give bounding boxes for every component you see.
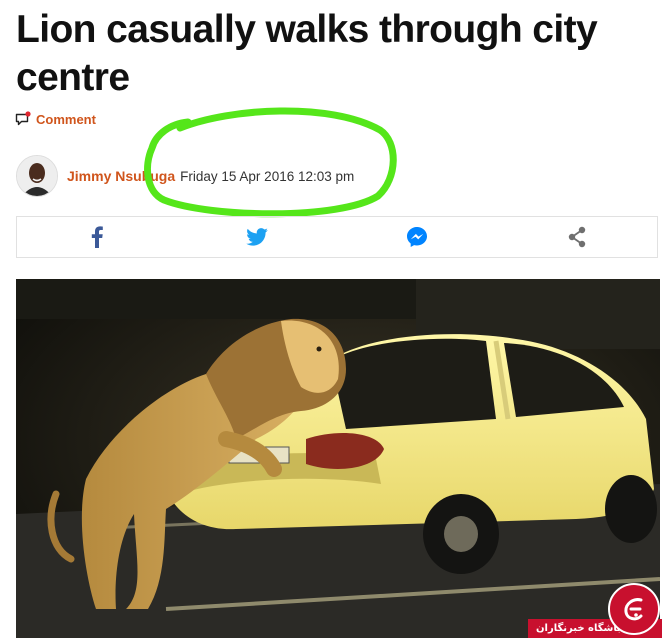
messenger-share-button[interactable] <box>337 217 497 257</box>
author-link[interactable]: Jimmy Nsubuga <box>67 168 175 184</box>
byline: Jimmy Nsubuga Friday 15 Apr 2016 12:03 p… <box>16 155 354 197</box>
watermark-logo-icon <box>608 583 660 635</box>
publish-datetime: Friday 15 Apr 2016 12:03 pm <box>180 168 355 184</box>
facebook-icon <box>91 226 103 248</box>
article-headline: Lion casually walks through city centre <box>16 8 598 99</box>
twitter-icon <box>246 228 268 246</box>
watermark-badge: باشگاه خبرنگاران <box>528 583 662 638</box>
comment-icon <box>15 111 31 127</box>
more-share-button[interactable] <box>497 217 657 257</box>
author-avatar[interactable] <box>16 155 58 197</box>
comment-link[interactable]: Comment <box>15 109 96 129</box>
comment-label: Comment <box>36 111 96 127</box>
twitter-share-button[interactable] <box>177 217 337 257</box>
messenger-icon <box>407 227 427 247</box>
share-icon <box>568 226 586 248</box>
share-bar <box>16 216 658 258</box>
facebook-share-button[interactable] <box>17 217 177 257</box>
